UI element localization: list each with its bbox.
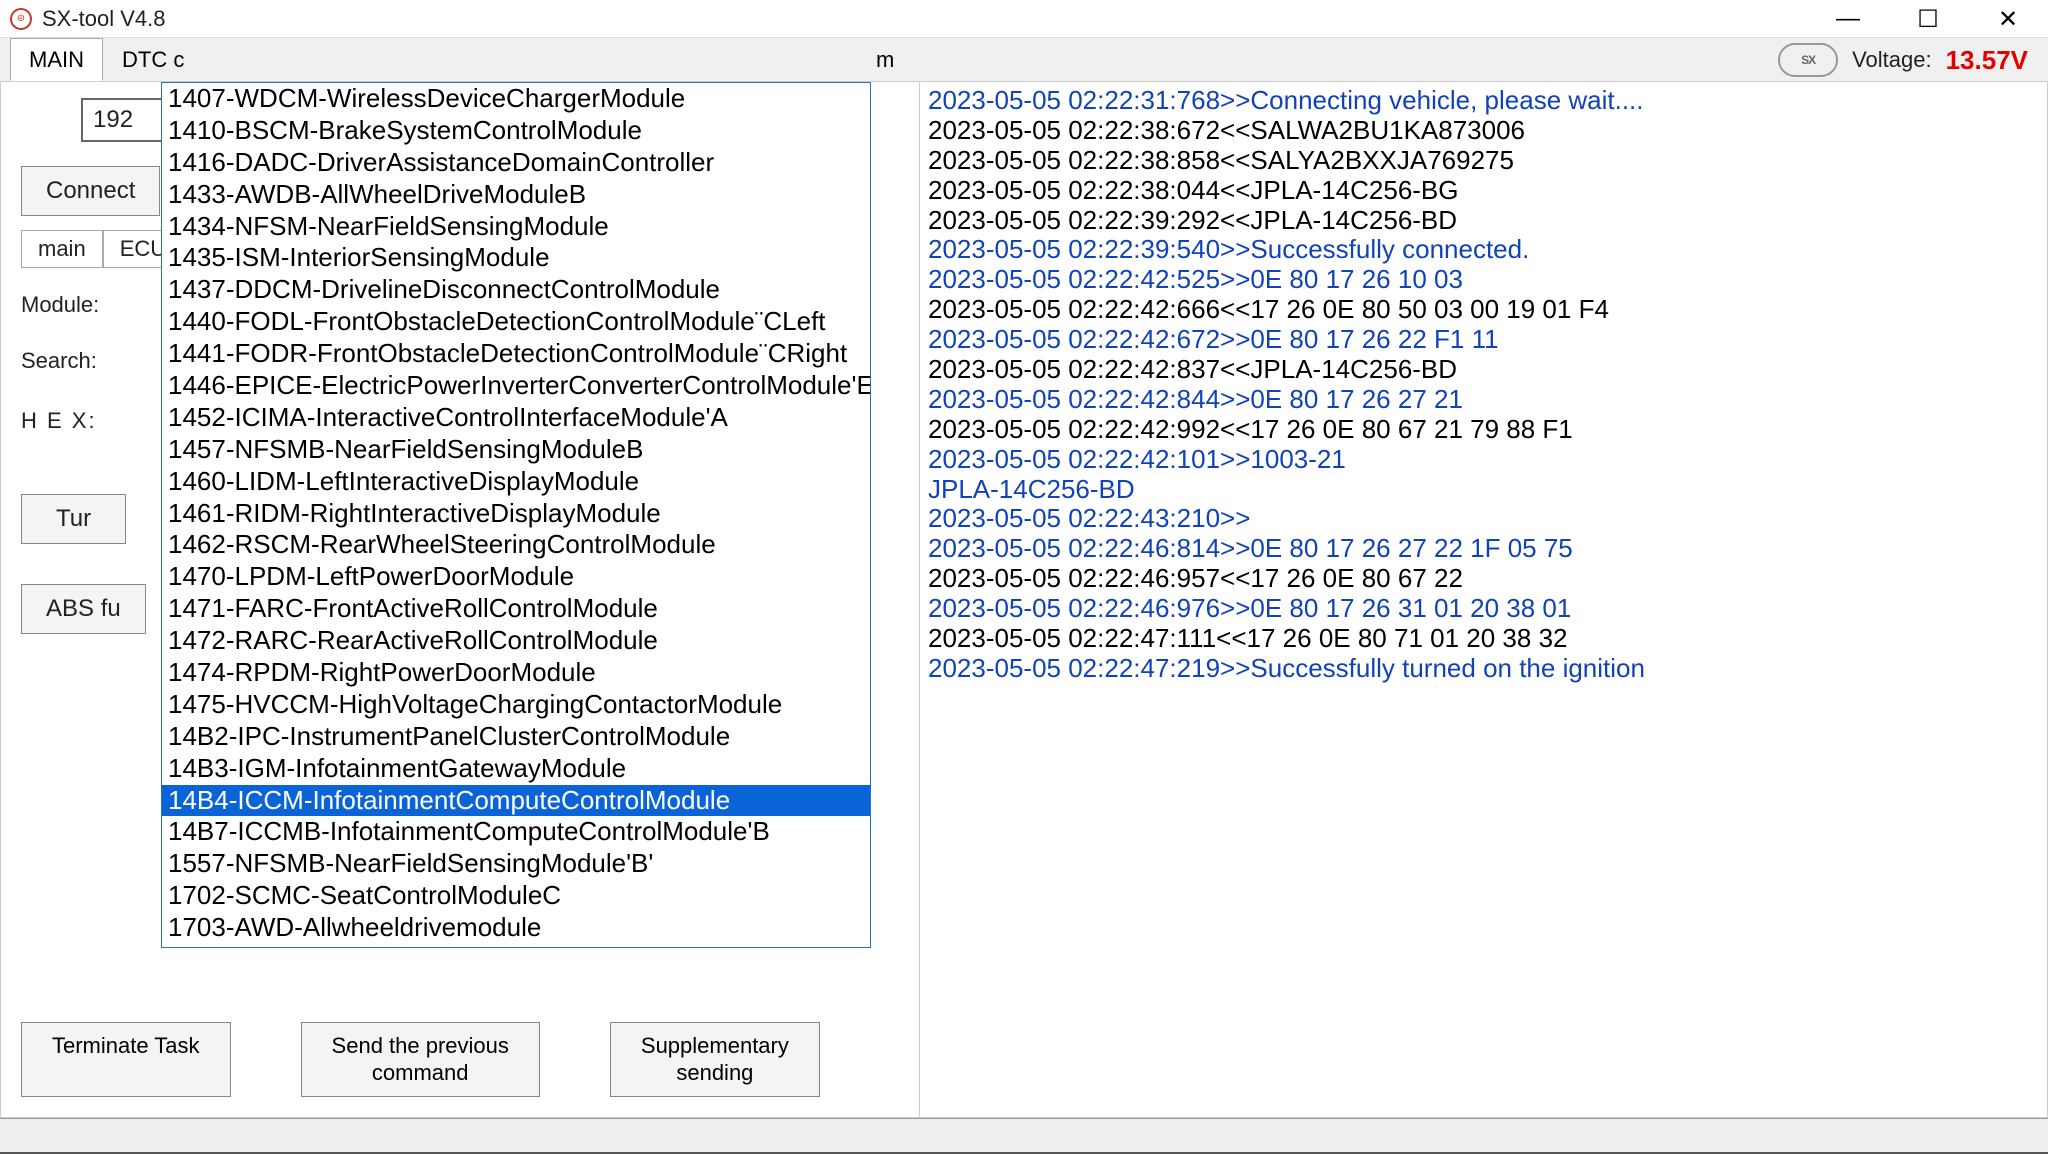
maximize-button[interactable]: ☐ — [1888, 0, 1968, 38]
turn-button[interactable]: Tur — [21, 494, 126, 544]
module-dropdown-item[interactable]: 1440-FODL-FrontObstacleDetectionControlM… — [162, 306, 870, 338]
connect-button[interactable]: Connect — [21, 166, 160, 216]
log-line: 2023-05-05 02:22:39:540>>Successfully co… — [928, 235, 2039, 265]
module-dropdown-item[interactable]: 14B2-IPC-InstrumentPanelClusterControlMo… — [162, 721, 870, 753]
toolbar-right: SX Voltage: 13.57V — [1778, 38, 2028, 82]
status-bar — [0, 1118, 2048, 1154]
log-line: 2023-05-05 02:22:38:044<<JPLA-14C256-BG — [928, 176, 2039, 206]
module-dropdown-item[interactable]: 1446-EPICE-ElectricPowerInverterConverte… — [162, 370, 870, 402]
voltage-value: 13.57V — [1946, 45, 2028, 76]
tab-main[interactable]: MAIN — [10, 38, 103, 81]
log-line: 2023-05-05 02:22:42:992<<17 26 0E 80 67 … — [928, 415, 2039, 445]
module-dropdown-item[interactable]: 1441-FODR-FrontObstacleDetectionControlM… — [162, 338, 870, 370]
module-dropdown-item[interactable]: 1471-FARC-FrontActiveRollControlModule — [162, 593, 870, 625]
tab-dtc[interactable]: DTC c — [103, 38, 203, 81]
module-dropdown-item[interactable]: 1437-DDCM-DrivelineDisconnectControlModu… — [162, 274, 870, 306]
log-line: 2023-05-05 02:22:39:292<<JPLA-14C256-BD — [928, 206, 2039, 236]
abs-button[interactable]: ABS fu — [21, 584, 146, 634]
log-line: 2023-05-05 02:22:47:111<<17 26 0E 80 71 … — [928, 624, 2039, 654]
module-dropdown-item[interactable]: 1416-DADC-DriverAssistanceDomainControll… — [162, 147, 870, 179]
log-panel[interactable]: 2023-05-05 02:22:31:768>>Connecting vehi… — [920, 82, 2048, 1118]
module-dropdown-item[interactable]: 14B3-IGM-InfotainmentGatewayModule — [162, 753, 870, 785]
log-line: 2023-05-05 02:22:46:957<<17 26 0E 80 67 … — [928, 564, 2039, 594]
window-title: SX-tool V4.8 — [42, 6, 166, 32]
module-dropdown-item[interactable]: 1433-AWDB-AllWheelDriveModuleB — [162, 179, 870, 211]
module-dropdown-item[interactable]: 1557-NFSMB-NearFieldSensingModule'B' — [162, 848, 870, 880]
module-dropdown-item[interactable]: 1474-RPDM-RightPowerDoorModule — [162, 657, 870, 689]
minimize-button[interactable]: — — [1808, 0, 1888, 38]
module-dropdown-item[interactable]: 1470-LPDM-LeftPowerDoorModule — [162, 561, 870, 593]
app-icon: ⊜ — [10, 8, 32, 30]
log-line: 2023-05-05 02:22:38:858<<SALYA2BXXJA7692… — [928, 146, 2039, 176]
log-line: 2023-05-05 02:22:38:672<<SALWA2BU1KA8730… — [928, 116, 2039, 146]
log-line: 2023-05-05 02:22:42:101>>1003-21 — [928, 445, 2039, 475]
sub-tab-main[interactable]: main — [21, 230, 103, 268]
brand-logo-icon: SX — [1778, 43, 1838, 77]
module-dropdown-item[interactable]: 1410-BSCM-BrakeSystemControlModule — [162, 115, 870, 147]
log-line: 2023-05-05 02:22:31:768>>Connecting vehi… — [928, 86, 2039, 116]
module-dropdown-item[interactable]: 1435-ISM-InteriorSensingModule — [162, 242, 870, 274]
module-dropdown-item[interactable]: 1475-HVCCM-HighVoltageChargingContactorM… — [162, 689, 870, 721]
module-dropdown-item[interactable]: 1407-WDCM-WirelessDeviceChargerModule — [162, 83, 870, 115]
module-dropdown-item[interactable]: 1461-RIDM-RightInteractiveDisplayModule — [162, 498, 870, 530]
module-dropdown-item[interactable]: 1434-NFSM-NearFieldSensingModule — [162, 211, 870, 243]
module-dropdown-item[interactable]: 14B4-ICCM-InfotainmentComputeControlModu… — [162, 785, 870, 817]
log-line: 2023-05-05 02:22:42:666<<17 26 0E 80 50 … — [928, 295, 2039, 325]
terminate-task-button[interactable]: Terminate Task — [21, 1022, 231, 1097]
log-line: 2023-05-05 02:22:46:976>>0E 80 17 26 31 … — [928, 594, 2039, 624]
tab-trail-letter: m — [876, 47, 894, 73]
module-dropdown-item[interactable]: 1460-LIDM-LeftInteractiveDisplayModule — [162, 466, 870, 498]
log-line: 2023-05-05 02:22:47:219>>Successfully tu… — [928, 654, 2039, 684]
log-line: 2023-05-05 02:22:42:672>>0E 80 17 26 22 … — [928, 325, 2039, 355]
send-previous-command-button[interactable]: Send the previous command — [301, 1022, 540, 1097]
content-area: 192 Connect main ECU Module: Search: H E… — [0, 82, 2048, 1118]
module-dropdown-item[interactable]: 1462-RSCM-RearWheelSteeringControlModule — [162, 529, 870, 561]
log-line: 2023-05-05 02:22:42:837<<JPLA-14C256-BD — [928, 355, 2039, 385]
window-titlebar: ⊜ SX-tool V4.8 — ☐ ✕ — [0, 0, 2048, 38]
module-dropdown-item[interactable]: 14B7-ICCMB-InfotainmentComputeControlMod… — [162, 816, 870, 848]
bottom-button-row: Terminate Task Send the previous command… — [21, 1022, 899, 1097]
log-line: 2023-05-05 02:22:46:814>>0E 80 17 26 27 … — [928, 534, 2039, 564]
log-line: 2023-05-05 02:22:42:844>>0E 80 17 26 27 … — [928, 385, 2039, 415]
module-dropdown-item[interactable]: 1703-NFSMC-NearFieldSensingModuleC — [162, 944, 870, 948]
top-tab-strip: MAIN DTC c — [10, 38, 203, 81]
module-dropdown-item[interactable]: 1702-SCMC-SeatControlModuleC — [162, 880, 870, 912]
log-line: 2023-05-05 02:22:43:210>> — [928, 504, 2039, 534]
module-dropdown-item[interactable]: 1452-ICIMA-InteractiveControlInterfaceMo… — [162, 402, 870, 434]
module-dropdown-list[interactable]: 1407-WDCM-WirelessDeviceChargerModule141… — [161, 82, 871, 948]
log-line: 2023-05-05 02:22:42:525>>0E 80 17 26 10 … — [928, 265, 2039, 295]
module-dropdown-item[interactable]: 1703-AWD-Allwheeldrivemodule — [162, 912, 870, 944]
supplementary-sending-button[interactable]: Supplementary sending — [610, 1022, 820, 1097]
close-button[interactable]: ✕ — [1968, 0, 2048, 38]
log-line: JPLA-14C256-BD — [928, 475, 2039, 505]
window-controls: — ☐ ✕ — [1808, 0, 2048, 38]
left-panel: 192 Connect main ECU Module: Search: H E… — [0, 82, 920, 1118]
top-toolbar: MAIN DTC c m SX Voltage: 13.57V — [0, 38, 2048, 82]
module-dropdown-item[interactable]: 1472-RARC-RearActiveRollControlModule — [162, 625, 870, 657]
module-dropdown-item[interactable]: 1457-NFSMB-NearFieldSensingModuleB — [162, 434, 870, 466]
voltage-label: Voltage: — [1852, 47, 1932, 73]
